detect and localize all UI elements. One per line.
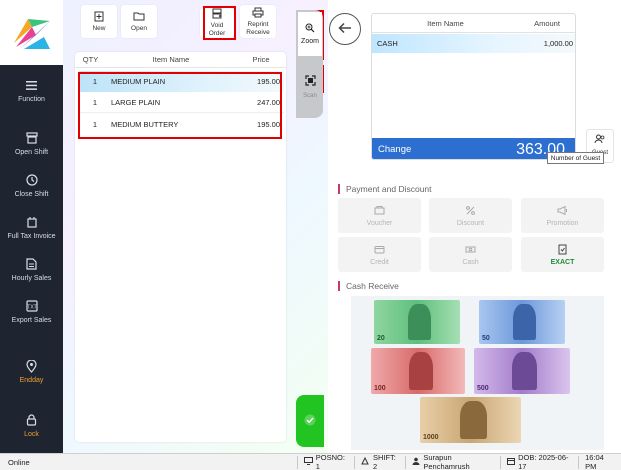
banknote-100[interactable]: 100 xyxy=(371,348,465,394)
sidebar-item-label: Lock xyxy=(24,431,39,438)
sidebar-item-lock[interactable]: Lock xyxy=(0,413,63,438)
svg-text:TXT: TXT xyxy=(27,305,36,311)
printer-icon xyxy=(252,7,264,18)
sidebar-item-endday[interactable]: Endday xyxy=(0,359,63,384)
scan-icon xyxy=(304,75,316,88)
hamburger-icon xyxy=(25,78,39,92)
reprint-receive-button[interactable]: Reprint Receive xyxy=(240,5,276,38)
payment-table: Item Name Amount CASH 1,000.00 Change 36… xyxy=(371,13,576,160)
export-icon: TXT xyxy=(25,299,39,313)
sidebar-item-full-tax-invoice[interactable]: Full Tax Invoice xyxy=(0,215,63,240)
connection-status: Online xyxy=(8,457,30,467)
sidebar-item-function[interactable]: Function xyxy=(0,78,63,103)
payment-discount-title: Payment and Discount xyxy=(338,184,432,194)
voucher-button[interactable]: Voucher xyxy=(338,198,421,233)
banknote-1000[interactable]: 1000 xyxy=(420,397,521,443)
confirm-payment-button[interactable] xyxy=(296,395,324,447)
current-user: Surapun Penchamrush xyxy=(405,453,500,470)
percent-icon xyxy=(465,205,476,216)
open-button[interactable]: Open xyxy=(121,5,157,38)
highlight-order-items xyxy=(78,72,282,139)
user-icon xyxy=(412,457,420,467)
sidebar-item-open-shift[interactable]: Open Shift xyxy=(0,131,63,156)
business-date: DOB: 2025-06-17 xyxy=(500,453,578,470)
exact-icon xyxy=(557,244,568,255)
monitor-icon xyxy=(303,457,313,467)
cash-icon xyxy=(465,244,476,255)
change-bar: Change 363.00 xyxy=(372,138,575,159)
app-logo xyxy=(0,0,63,65)
order-table-header: QTY Item Name Price xyxy=(75,52,286,68)
sidebar-item-label: Full Tax Invoice xyxy=(7,233,56,240)
sidebar-item-export-sales[interactable]: TXT Export Sales xyxy=(0,299,63,324)
highlight-void-order xyxy=(203,6,236,40)
register-icon xyxy=(25,131,39,145)
exact-button[interactable]: EXACT xyxy=(521,237,604,272)
arrow-left-icon xyxy=(338,22,352,36)
new-document-icon xyxy=(93,11,105,22)
pos-number: POSNO: 1 xyxy=(296,453,354,470)
guest-tooltip: Number of Guest xyxy=(547,152,604,164)
check-icon xyxy=(304,414,316,428)
calendar-icon xyxy=(507,457,516,467)
promotion-button[interactable]: Promotion xyxy=(521,198,604,233)
status-bar: Online POSNO: 1 SHIFT: 2 Surapun Pencham… xyxy=(0,453,621,470)
sidebar-item-label: Hourly Sales xyxy=(11,275,52,282)
clock-time: 16:04 PM xyxy=(578,453,621,470)
table-row[interactable]: CASH 1,000.00 xyxy=(372,34,575,53)
banknote-20[interactable]: 20 xyxy=(374,300,460,344)
banknote-500[interactable]: 500 xyxy=(474,348,570,394)
zoom-icon xyxy=(305,23,315,35)
lock-icon xyxy=(25,413,39,427)
credit-button[interactable]: Credit xyxy=(338,237,421,272)
new-button[interactable]: New xyxy=(81,5,117,38)
users-icon xyxy=(594,134,606,146)
credit-card-icon xyxy=(374,244,385,255)
clock-icon xyxy=(25,173,39,187)
sidebar-item-close-shift[interactable]: Close Shift xyxy=(0,173,63,198)
receipt-icon xyxy=(25,215,39,229)
sidebar-item-hourly-sales[interactable]: Hourly Sales xyxy=(0,257,63,282)
zoom-button[interactable]: Zoom xyxy=(298,12,322,56)
shift-number: SHIFT: 2 xyxy=(353,453,405,470)
folder-icon xyxy=(133,11,145,22)
document-icon xyxy=(25,257,39,271)
cash-button[interactable]: Cash xyxy=(429,237,512,272)
sidebar-item-label: Function xyxy=(18,96,45,103)
payment-table-header: Item Name Amount xyxy=(372,14,575,33)
discount-button[interactable]: Discount xyxy=(429,198,512,233)
location-pin-icon xyxy=(25,359,39,373)
shift-icon xyxy=(361,456,370,467)
sidebar-item-label: Export Sales xyxy=(11,317,52,324)
voucher-icon xyxy=(374,205,385,216)
scan-button[interactable]: Scan xyxy=(298,67,322,107)
sidebar-item-label: Open Shift xyxy=(14,149,49,156)
back-button[interactable] xyxy=(329,13,361,45)
sidebar-item-label: Endday xyxy=(19,377,44,384)
cash-receive-title: Cash Receive xyxy=(338,281,399,291)
megaphone-icon xyxy=(557,205,568,216)
sidebar-item-label: Close Shift xyxy=(14,191,49,198)
sidebar: Function Open Shift Close Shift Full Tax… xyxy=(0,0,63,453)
banknote-50[interactable]: 50 xyxy=(479,300,565,344)
